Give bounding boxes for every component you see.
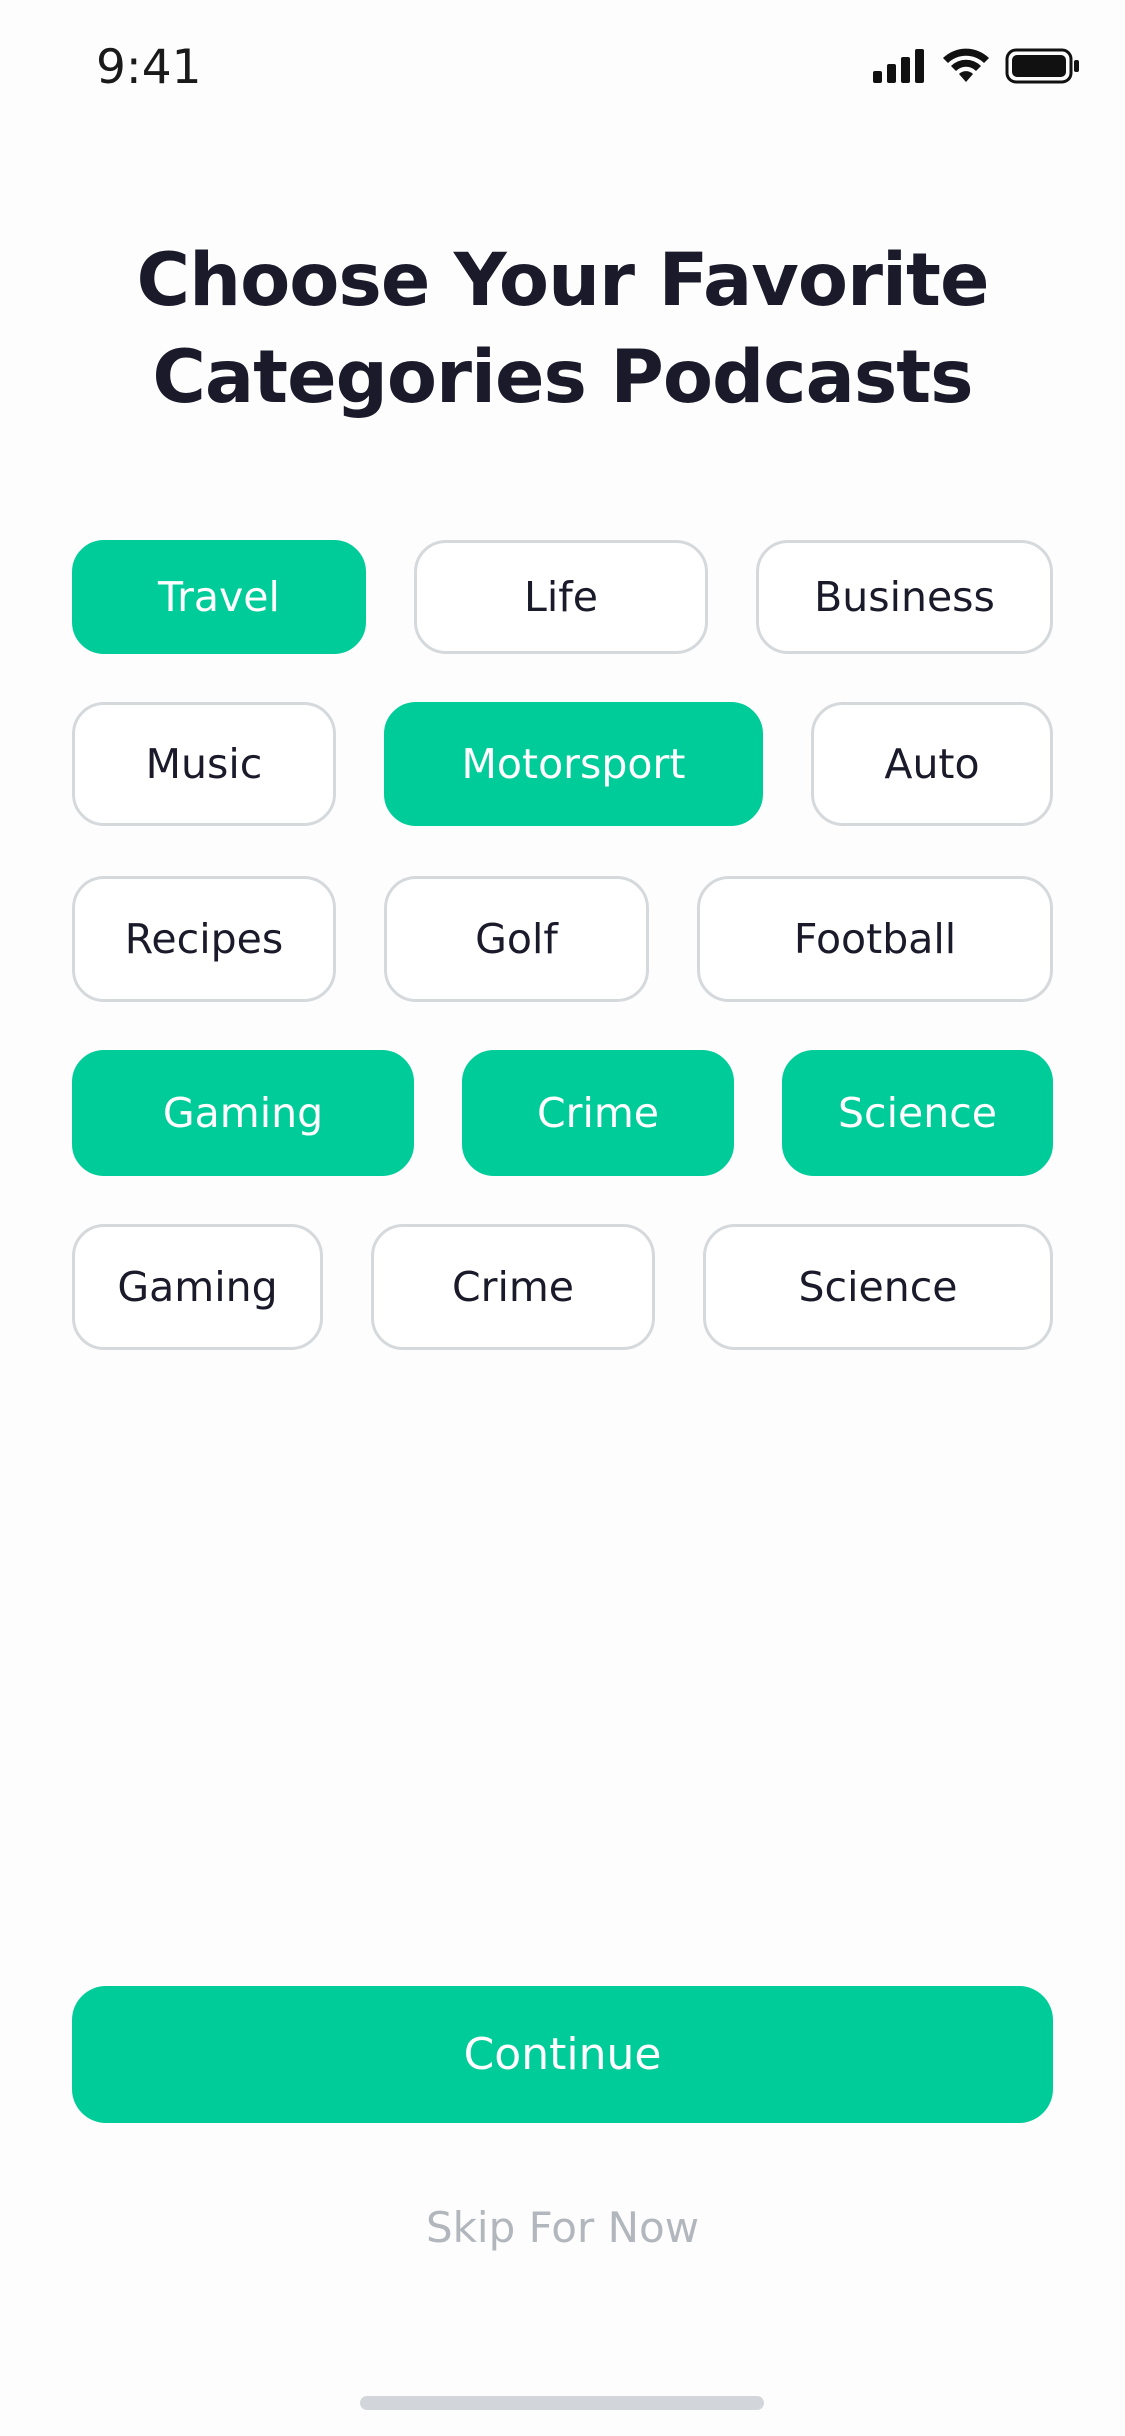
- category-row: Gaming Crime Science: [72, 1050, 1053, 1176]
- category-row: Gaming Crime Science: [72, 1224, 1053, 1350]
- home-indicator[interactable]: [360, 2396, 764, 2410]
- cellular-signal-icon: [873, 49, 924, 83]
- skip-for-now-link[interactable]: Skip For Now: [0, 2203, 1125, 2252]
- category-chip[interactable]: Travel: [72, 540, 366, 654]
- category-chip[interactable]: Golf: [384, 876, 649, 1002]
- category-chip[interactable]: Life: [414, 540, 708, 654]
- category-row: Travel Life Business: [72, 540, 1053, 654]
- category-chip[interactable]: Science: [782, 1050, 1053, 1176]
- category-chip[interactable]: Music: [72, 702, 336, 826]
- category-selection-screen: 9:41 Choose Your Favorite Categories Pod…: [0, 0, 1125, 2436]
- category-row: Recipes Golf Football: [72, 876, 1053, 1002]
- status-icons: [873, 48, 1081, 84]
- category-chip[interactable]: Recipes: [72, 876, 336, 1002]
- page-title-line-1: Choose Your Favorite: [136, 238, 990, 323]
- category-chip[interactable]: Football: [697, 876, 1053, 1002]
- category-chip[interactable]: Motorsport: [384, 702, 763, 826]
- category-chip[interactable]: Gaming: [72, 1050, 414, 1176]
- continue-button[interactable]: Continue: [72, 1986, 1053, 2123]
- category-chip[interactable]: Business: [756, 540, 1053, 654]
- wifi-icon: [943, 48, 989, 82]
- category-row: Music Motorsport Auto: [72, 702, 1053, 826]
- page-title-line-2: Categories Podcasts: [152, 335, 973, 420]
- category-chip[interactable]: Gaming: [72, 1224, 323, 1350]
- category-chip[interactable]: Crime: [371, 1224, 655, 1350]
- battery-icon: [1005, 48, 1079, 84]
- category-chip[interactable]: Science: [703, 1224, 1053, 1350]
- category-chip[interactable]: Crime: [462, 1050, 734, 1176]
- status-time: 9:41: [96, 40, 202, 95]
- category-chip[interactable]: Auto: [811, 702, 1053, 826]
- page-title: Choose Your Favorite Categories Podcasts: [0, 232, 1125, 426]
